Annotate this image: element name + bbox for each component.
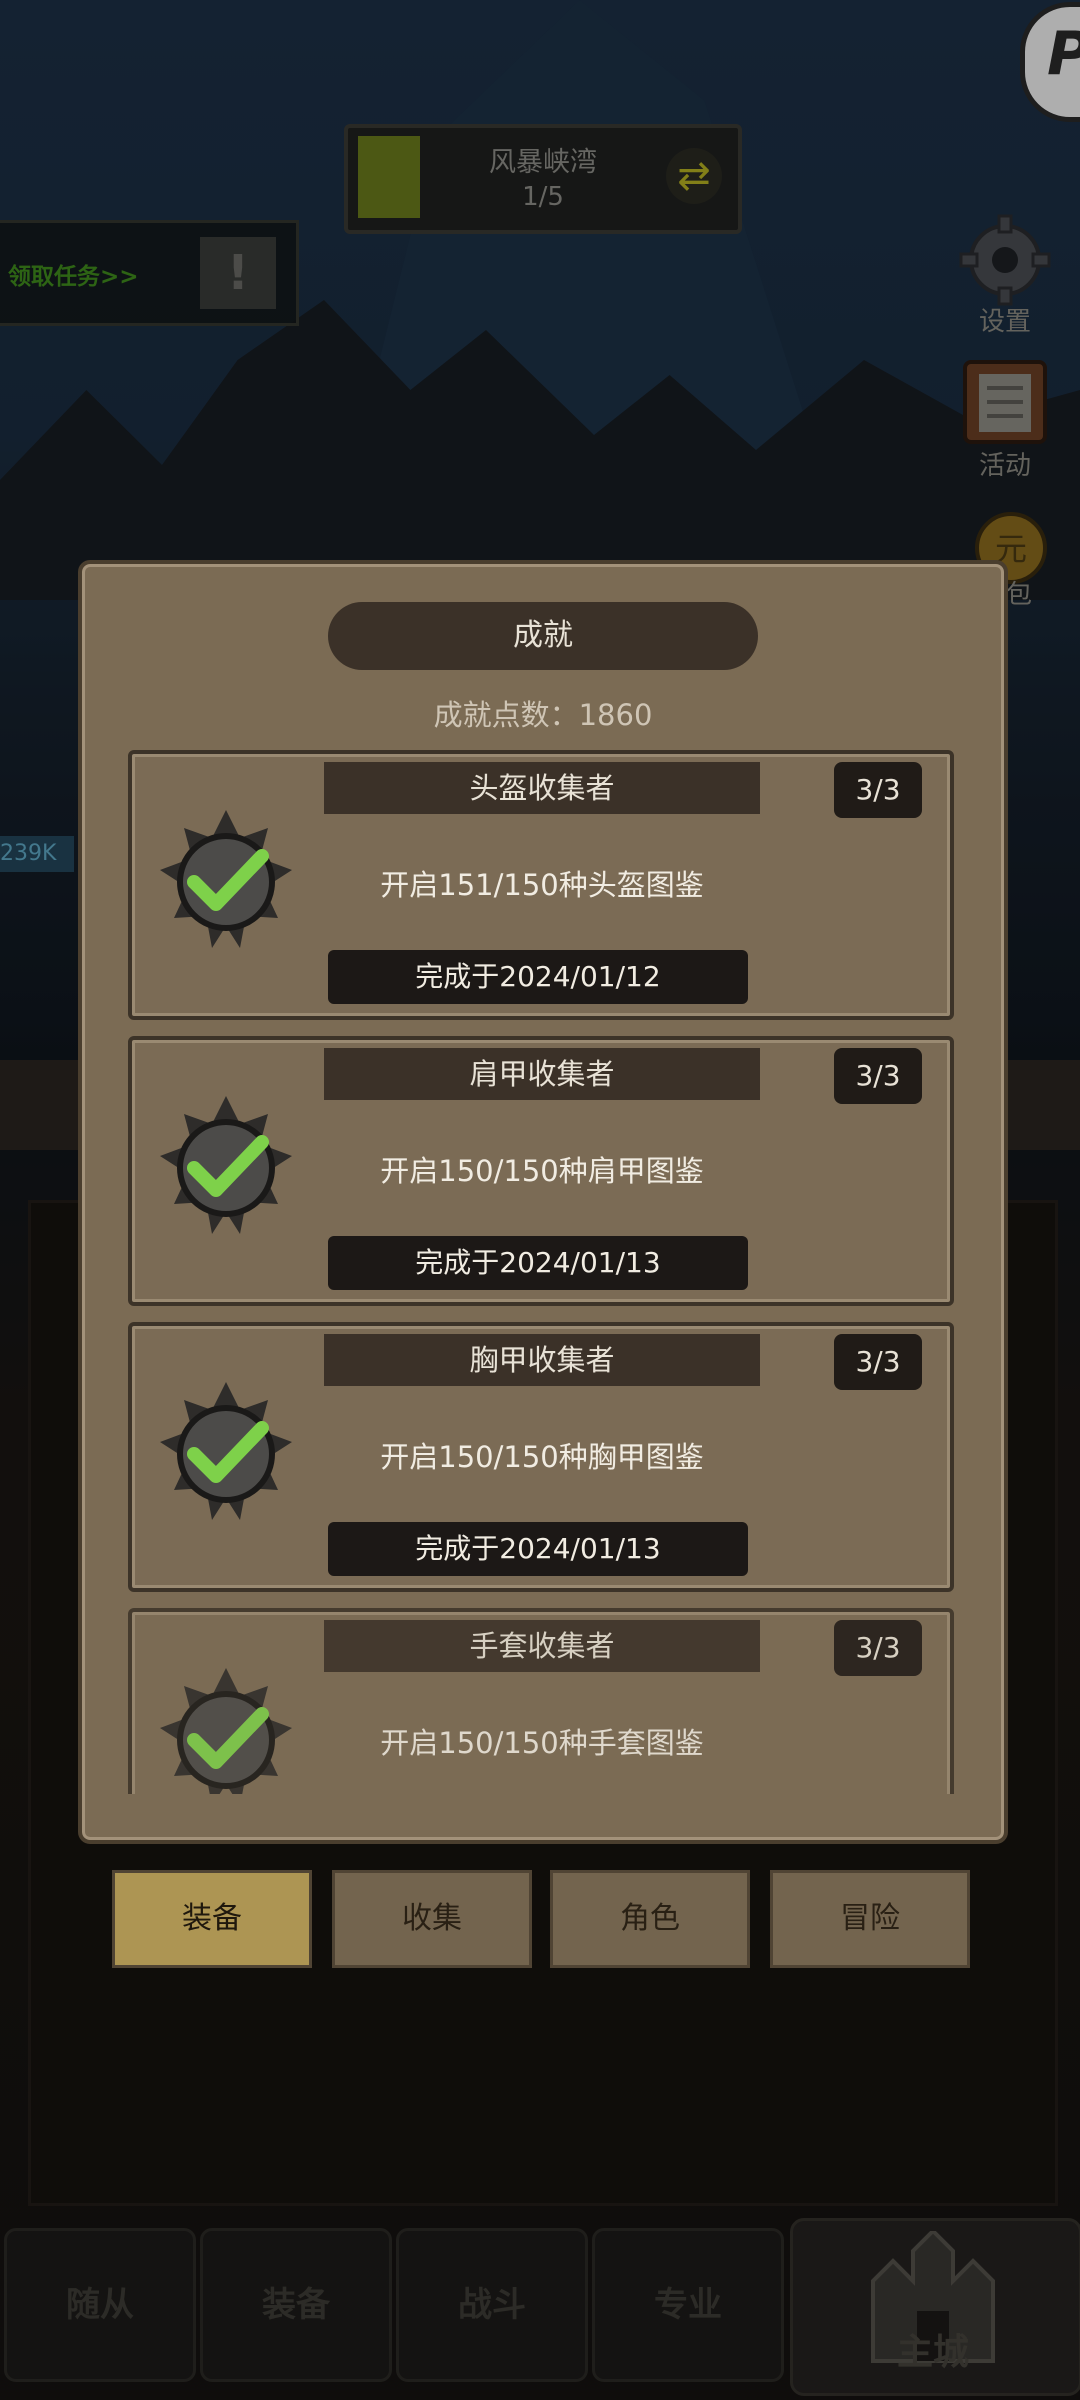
achievement-name: 胸甲收集者	[324, 1334, 760, 1386]
achievement-progress: 3/3	[834, 1334, 922, 1390]
achievement-description: 开启150/150种手套图鉴	[380, 1726, 704, 1760]
completed-check-icon	[160, 810, 292, 948]
achievement-modal: 成就 成就点数：1860 头盔收集者 3/3 开启151/150种头盔图鉴 完成…	[78, 560, 1008, 1844]
achievement-card: 头盔收集者 3/3 开启151/150种头盔图鉴 完成于2024/01/12	[128, 750, 954, 1020]
completed-check-icon	[160, 1382, 292, 1520]
achievement-progress: 3/3	[834, 1048, 922, 1104]
achievement-card: 胸甲收集者 3/3 开启150/150种胸甲图鉴 完成于2024/01/13	[128, 1322, 954, 1592]
achievement-description: 开启150/150种肩甲图鉴	[380, 1154, 704, 1188]
achievement-name: 肩甲收集者	[324, 1048, 760, 1100]
achievement-date: 完成于2024/01/12	[328, 950, 748, 1004]
achievement-card: 肩甲收集者 3/3 开启150/150种肩甲图鉴 完成于2024/01/13	[128, 1036, 954, 1306]
achievement-card: 手套收集者 3/3 开启150/150种手套图鉴	[128, 1608, 954, 1794]
achievement-description: 开启150/150种胸甲图鉴	[380, 1440, 704, 1474]
achievement-name: 头盔收集者	[324, 762, 760, 814]
achievement-date: 完成于2024/01/13	[328, 1522, 748, 1576]
achievement-name: 手套收集者	[324, 1620, 760, 1672]
achievement-progress: 3/3	[834, 762, 922, 818]
achievement-list[interactable]: 头盔收集者 3/3 开启151/150种头盔图鉴 完成于2024/01/12 肩…	[128, 750, 954, 1794]
achievement-description: 开启151/150种头盔图鉴	[380, 868, 704, 902]
achievement-date: 完成于2024/01/13	[328, 1236, 748, 1290]
achievement-progress: 3/3	[834, 1620, 922, 1676]
achievement-points: 成就点数：1860	[433, 698, 653, 732]
completed-check-icon	[160, 1096, 292, 1234]
completed-check-icon	[160, 1668, 292, 1794]
modal-title: 成就	[328, 602, 758, 670]
